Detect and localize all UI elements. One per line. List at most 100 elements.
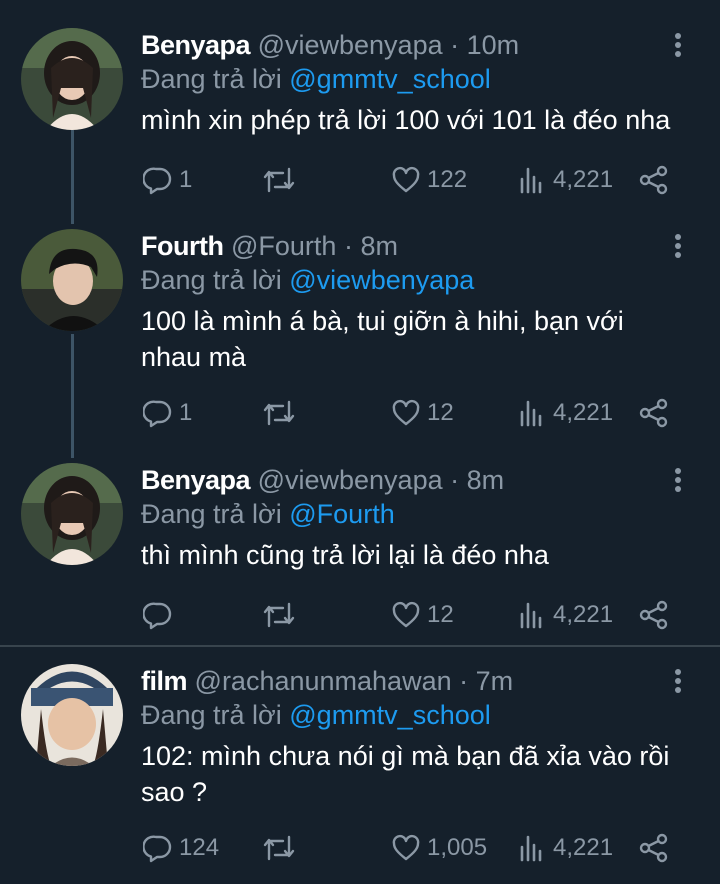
user-handle[interactable]: @viewbenyapa xyxy=(258,465,443,495)
like-count: 12 xyxy=(427,601,454,628)
views-button[interactable]: 4,221 xyxy=(517,597,613,633)
retweet-icon xyxy=(263,602,295,628)
timestamp[interactable]: 8m xyxy=(467,465,505,495)
separator-dot: · xyxy=(450,30,460,60)
replying-to: Đang trả lời @viewbenyapa xyxy=(141,263,474,297)
views-button[interactable]: 4,221 xyxy=(517,162,613,198)
share-button[interactable] xyxy=(638,830,670,866)
user-handle[interactable]: @Fourth xyxy=(231,231,336,261)
display-name[interactable]: Benyapa xyxy=(141,465,251,495)
tweet-text: 102: mình chưa nói gì mà bạn đã xỉa vào … xyxy=(141,741,670,807)
views-count: 4,221 xyxy=(553,399,614,426)
views-count: 4,221 xyxy=(553,834,614,861)
replying-to: Đang trả lời @Fourth xyxy=(141,497,395,531)
replying-prefix: Đang trả lời xyxy=(141,64,290,94)
more-options-icon[interactable] xyxy=(668,465,688,495)
more-options-icon[interactable] xyxy=(668,231,688,261)
timestamp[interactable]: 8m xyxy=(360,231,398,261)
views-button[interactable]: 4,221 xyxy=(517,830,613,866)
timestamp[interactable]: 10m xyxy=(467,30,520,60)
tweet-actions: 1 122 4,221 xyxy=(0,162,720,198)
views-count: 4,221 xyxy=(553,166,614,193)
replying-prefix: Đang trả lời xyxy=(141,499,290,529)
tweet-text: 100 là mình á bà, tui giỡn à hihi, bạn v… xyxy=(141,306,624,372)
user-handle[interactable]: @rachanunmahawan xyxy=(195,666,452,696)
tweet[interactable]: Benyapa @viewbenyapa · 8m Đang trả lời @… xyxy=(0,463,720,643)
avatar[interactable] xyxy=(21,28,123,130)
heart-icon xyxy=(392,166,420,193)
views-icon xyxy=(520,835,542,862)
replying-to: Đang trả lời @gmmtv_school xyxy=(141,698,491,732)
reply-icon xyxy=(143,400,172,428)
tweet-divider xyxy=(0,645,720,647)
share-button[interactable] xyxy=(638,162,670,198)
like-count: 12 xyxy=(427,399,454,426)
reply-icon xyxy=(143,167,172,195)
tweet[interactable]: Benyapa @viewbenyapa · 10m Đang trả lời … xyxy=(0,28,720,228)
mention-link[interactable]: @Fourth xyxy=(289,499,394,529)
heart-icon xyxy=(392,601,420,628)
replying-to: Đang trả lời @gmmtv_school xyxy=(141,62,491,96)
reply-button[interactable]: 1 xyxy=(143,162,192,198)
tweet-text: thì mình cũng trả lời lại là đéo nha xyxy=(141,540,549,570)
mention-link[interactable]: @gmmtv_school xyxy=(289,64,490,94)
like-button[interactable]: 1,005 xyxy=(391,830,487,866)
display-name[interactable]: Fourth xyxy=(141,231,224,261)
views-icon xyxy=(520,167,542,194)
tweet-header: Benyapa @viewbenyapa · 8m xyxy=(141,463,504,497)
avatar[interactable] xyxy=(21,229,123,331)
share-button[interactable] xyxy=(638,395,670,431)
share-icon xyxy=(639,600,668,630)
more-options-icon[interactable] xyxy=(668,30,688,60)
views-icon xyxy=(520,602,542,629)
retweet-button[interactable] xyxy=(261,830,303,866)
replying-prefix: Đang trả lời xyxy=(141,700,290,730)
reply-count: 124 xyxy=(179,834,220,861)
retweet-button[interactable] xyxy=(261,597,303,633)
avatar[interactable] xyxy=(21,664,123,766)
tweet[interactable]: film @rachanunmahawan · 7m Đang trả lời … xyxy=(0,664,720,884)
display-name[interactable]: film xyxy=(141,666,188,696)
tweet-header: Fourth @Fourth · 8m xyxy=(141,229,398,263)
reply-button[interactable]: 1 xyxy=(143,395,192,431)
like-count: 1,005 xyxy=(427,834,488,861)
retweet-icon xyxy=(263,167,295,193)
display-name[interactable]: Benyapa xyxy=(141,30,251,60)
tweet[interactable]: Fourth @Fourth · 8m Đang trả lời @viewbe… xyxy=(0,229,720,459)
like-button[interactable]: 12 xyxy=(391,395,454,431)
views-count: 4,221 xyxy=(553,601,614,628)
reply-icon xyxy=(143,835,172,863)
retweet-icon xyxy=(263,835,295,861)
retweet-button[interactable] xyxy=(261,395,303,431)
share-button[interactable] xyxy=(638,597,670,633)
share-icon xyxy=(639,398,668,428)
separator-dot: · xyxy=(343,231,353,261)
share-icon xyxy=(639,165,668,195)
retweet-button[interactable] xyxy=(261,162,303,198)
reply-count: 1 xyxy=(179,166,193,193)
reply-button[interactable]: 124 xyxy=(143,830,219,866)
views-icon xyxy=(520,400,542,427)
tweet-actions: 1 12 4,221 xyxy=(0,395,720,431)
tweet-header: film @rachanunmahawan · 7m xyxy=(141,664,513,698)
heart-icon xyxy=(392,399,420,426)
tweet-header: Benyapa @viewbenyapa · 10m xyxy=(141,28,519,62)
replying-prefix: Đang trả lời xyxy=(141,265,290,295)
reply-count: 1 xyxy=(179,399,193,426)
user-handle[interactable]: @viewbenyapa xyxy=(258,30,443,60)
avatar[interactable] xyxy=(21,463,123,565)
share-icon xyxy=(639,833,668,863)
heart-icon xyxy=(392,834,420,861)
more-options-icon[interactable] xyxy=(668,666,688,696)
like-button[interactable]: 12 xyxy=(391,597,454,633)
mention-link[interactable]: @viewbenyapa xyxy=(289,265,474,295)
mention-link[interactable]: @gmmtv_school xyxy=(289,700,490,730)
tweet-text: mình xin phép trả lời 100 với 101 là đéo… xyxy=(141,105,671,135)
like-button[interactable]: 122 xyxy=(391,162,467,198)
tweet-actions: 124 1,005 4,221 xyxy=(0,830,720,866)
separator-dot: · xyxy=(450,465,460,495)
reply-button[interactable] xyxy=(143,597,179,633)
views-button[interactable]: 4,221 xyxy=(517,395,613,431)
timestamp[interactable]: 7m xyxy=(476,666,514,696)
retweet-icon xyxy=(263,400,295,426)
